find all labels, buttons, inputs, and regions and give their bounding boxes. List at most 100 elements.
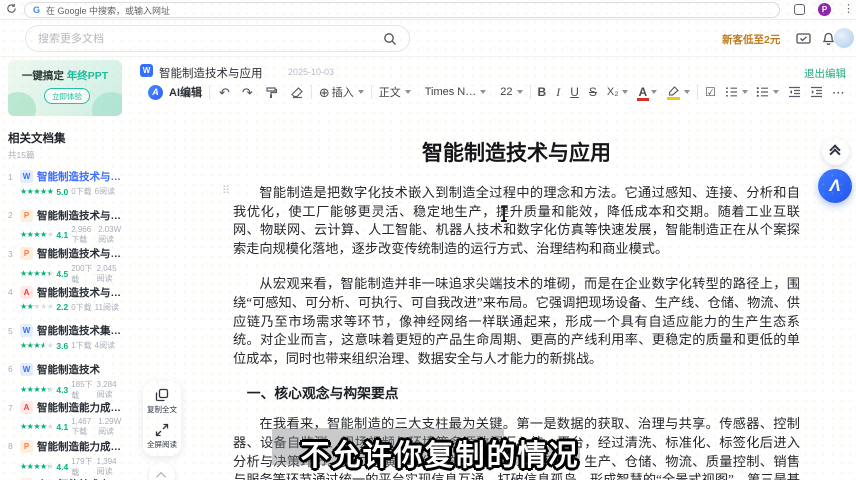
paragraph-drag-handle-icon[interactable]: ⠿ — [222, 184, 230, 197]
indent-increase-button[interactable] — [810, 86, 823, 98]
rating-value: 4.1 — [56, 422, 68, 432]
ai-assistant-button[interactable]: Λ — [818, 169, 852, 203]
doc-date: 2025-10-03 — [288, 67, 334, 77]
toolbar-more-button[interactable]: ⋯ — [832, 86, 845, 99]
bold-button[interactable]: B — [538, 86, 547, 98]
browser-profile-avatar[interactable]: P — [818, 3, 831, 16]
downloads-count: 200下载 — [71, 263, 93, 285]
star-rating-icon: ★★★★★★★★★★ — [20, 423, 53, 431]
related-doc-item[interactable]: 8P 智能制造能力成熟度… ★★★★★★★★★★4.4179下载1,394阅读 — [8, 439, 124, 478]
star-rating-icon: ★★★★★★★★★★ — [20, 270, 53, 278]
promo-text[interactable]: 新客低至2元 — [722, 32, 780, 47]
highlighter-icon — [667, 86, 680, 99]
font-family-dropdown[interactable]: Times N… — [425, 86, 487, 98]
item-title[interactable]: 智能制造技术与应用 — [37, 169, 123, 184]
item-stats: ★★★★★★★★★★4.11,467下载1.29W阅读 — [20, 417, 124, 437]
item-stats: ★★★★★★★★★★4.3185下载3,284阅读 — [20, 379, 124, 401]
highlight-button[interactable] — [667, 86, 690, 99]
item-title[interactable]: 智能制造技术与应用 — [37, 208, 123, 223]
item-rank: 8 — [8, 441, 16, 451]
item-title[interactable]: 智能制造技术 — [37, 362, 123, 377]
redo-icon: ↷ — [242, 86, 253, 99]
extensions-icon[interactable] — [794, 4, 805, 15]
rating-value: 4.4 — [56, 462, 68, 472]
format-painter-button[interactable] — [265, 86, 278, 99]
reads-count: 11阅读 — [95, 302, 119, 313]
ai-edit-button[interactable]: A AI编辑 — [148, 84, 202, 100]
downloads-count: 185下载 — [71, 379, 93, 401]
strikethrough-button[interactable]: S — [589, 86, 597, 98]
item-stats: ★★★★★★★★★★4.5200下载2,045阅读 — [20, 263, 124, 285]
chevron-down-icon — [517, 90, 523, 94]
browser-menu-icon[interactable]: ⋮ — [843, 2, 854, 15]
item-title[interactable]: 智能制造技术与应用 — [37, 285, 123, 300]
underline-button[interactable]: U — [570, 86, 579, 98]
rating-value: 3.6 — [56, 341, 68, 351]
search-input[interactable] — [38, 33, 383, 45]
downloads-count: 1,467下载 — [71, 417, 95, 437]
editor-toolbar: A AI编辑 ↶ ↷ ⊕ 插入 正文 Times N… 22 — [148, 80, 848, 104]
item-title[interactable]: 智能制造能力成熟度… — [37, 400, 123, 415]
paragraph-style-dropdown[interactable]: 正文 — [379, 84, 411, 100]
related-doc-item[interactable]: 7A智能制造能力成熟度…★★★★★★★★★★4.11,467下载1.29W阅读 — [8, 400, 124, 439]
search-box[interactable] — [25, 25, 410, 52]
redo-button[interactable]: ↷ — [242, 86, 253, 99]
rating-value: 4.5 — [56, 269, 68, 279]
reads-count: 3,284阅读 — [97, 380, 124, 400]
undo-button[interactable]: ↶ — [219, 86, 230, 99]
search-icon[interactable] — [383, 32, 397, 46]
subscript-icon: X₂ — [607, 87, 619, 98]
item-title[interactable]: 智能制造能力成熟度… — [37, 439, 123, 454]
eraser-button[interactable] — [290, 86, 304, 99]
section-heading: 一、核心观念与构架要点 — [233, 382, 800, 402]
indent-decrease-button[interactable] — [788, 86, 801, 98]
floating-right-buttons: Λ — [818, 138, 852, 203]
task-list-button[interactable]: ☑ — [705, 86, 716, 98]
ppt-promo-banner[interactable]: 一键搞定 年终PPT 立即体验 — [8, 60, 122, 116]
related-doc-item[interactable]: 6W智能制造技术★★★★★★★★★★4.3185下载3,284阅读 — [8, 362, 124, 401]
chevron-down-icon — [480, 90, 486, 94]
site-topbar: 新客低至2元 — [0, 20, 856, 57]
reload-icon[interactable] — [6, 3, 17, 14]
related-doc-item[interactable]: 3P智能制造技术与应用★★★★★★★★★★4.5200下载2,045阅读 — [8, 246, 124, 285]
font-size-dropdown[interactable]: 22 — [500, 86, 522, 98]
user-avatar[interactable] — [834, 28, 854, 48]
item-stats: ★★★★★★★★★★4.4179下载1,394阅读 — [20, 456, 124, 478]
font-color-button[interactable]: A — [638, 85, 657, 99]
browser-bar: G 在 Google 中搜索，或输入网址 P ⋮ — [0, 0, 856, 20]
exit-edit-link[interactable]: 退出编辑 — [804, 66, 846, 81]
insert-plus-icon: ⊕ — [319, 86, 330, 99]
coupon-icon[interactable] — [795, 30, 812, 47]
subscript-button[interactable]: X₂ — [607, 87, 629, 98]
related-doc-item[interactable]: 1W智能制造技术与应用★★★★★★★★★★5.00下载6阅读 — [8, 169, 124, 208]
related-doc-item[interactable]: 5W智能制造技术集成与…★★★★★★★★★★3.61下载4阅读 — [8, 323, 124, 362]
w-file-icon: W — [20, 170, 33, 183]
bullet-list-button[interactable] — [756, 86, 779, 98]
chevron-down-icon — [405, 90, 411, 94]
item-rank: 3 — [8, 249, 16, 259]
rating-value: 5.0 — [56, 187, 68, 197]
p-file-icon: P — [20, 440, 33, 453]
copy-fulltext-button[interactable]: 复制全文 — [147, 388, 177, 415]
related-doc-item[interactable]: 4A智能制造技术与应用★★★★★★★★★★2.20下载11阅读 — [8, 285, 124, 324]
address-bar[interactable]: G 在 Google 中搜索，或输入网址 — [24, 2, 780, 18]
item-stats: ★★★★★★★★★★4.12,966下载2.03W阅读 — [20, 225, 124, 245]
document-title: 智能制造技术与应用 — [233, 140, 800, 168]
pdf-file-icon: A — [20, 401, 33, 414]
collapse-panel-button[interactable] — [149, 462, 175, 480]
back-to-top-button[interactable] — [822, 138, 849, 165]
ordered-list-button[interactable] — [725, 86, 748, 98]
related-doc-item[interactable]: 2P智能制造技术与应用★★★★★★★★★★4.12,966下载2.03W阅读 — [8, 208, 124, 247]
downloads-count: 0下载 — [71, 186, 91, 197]
banner-try-button[interactable]: 立即体验 — [44, 88, 90, 104]
item-title[interactable]: 智能制造技术集成与… — [37, 323, 123, 338]
doc-tab-title: 智能制造技术与应用 — [159, 65, 263, 81]
undo-icon: ↶ — [219, 86, 230, 99]
item-title[interactable]: 智能制造技术与应用 — [37, 246, 123, 261]
indent-decrease-icon — [788, 86, 801, 98]
doc-file-icon: W — [140, 64, 153, 77]
fullscreen-read-button[interactable]: 全屏阅读 — [147, 423, 177, 450]
italic-button[interactable]: I — [556, 86, 560, 98]
rating-value: 4.3 — [56, 385, 68, 395]
insert-button[interactable]: ⊕ 插入 — [319, 84, 364, 100]
